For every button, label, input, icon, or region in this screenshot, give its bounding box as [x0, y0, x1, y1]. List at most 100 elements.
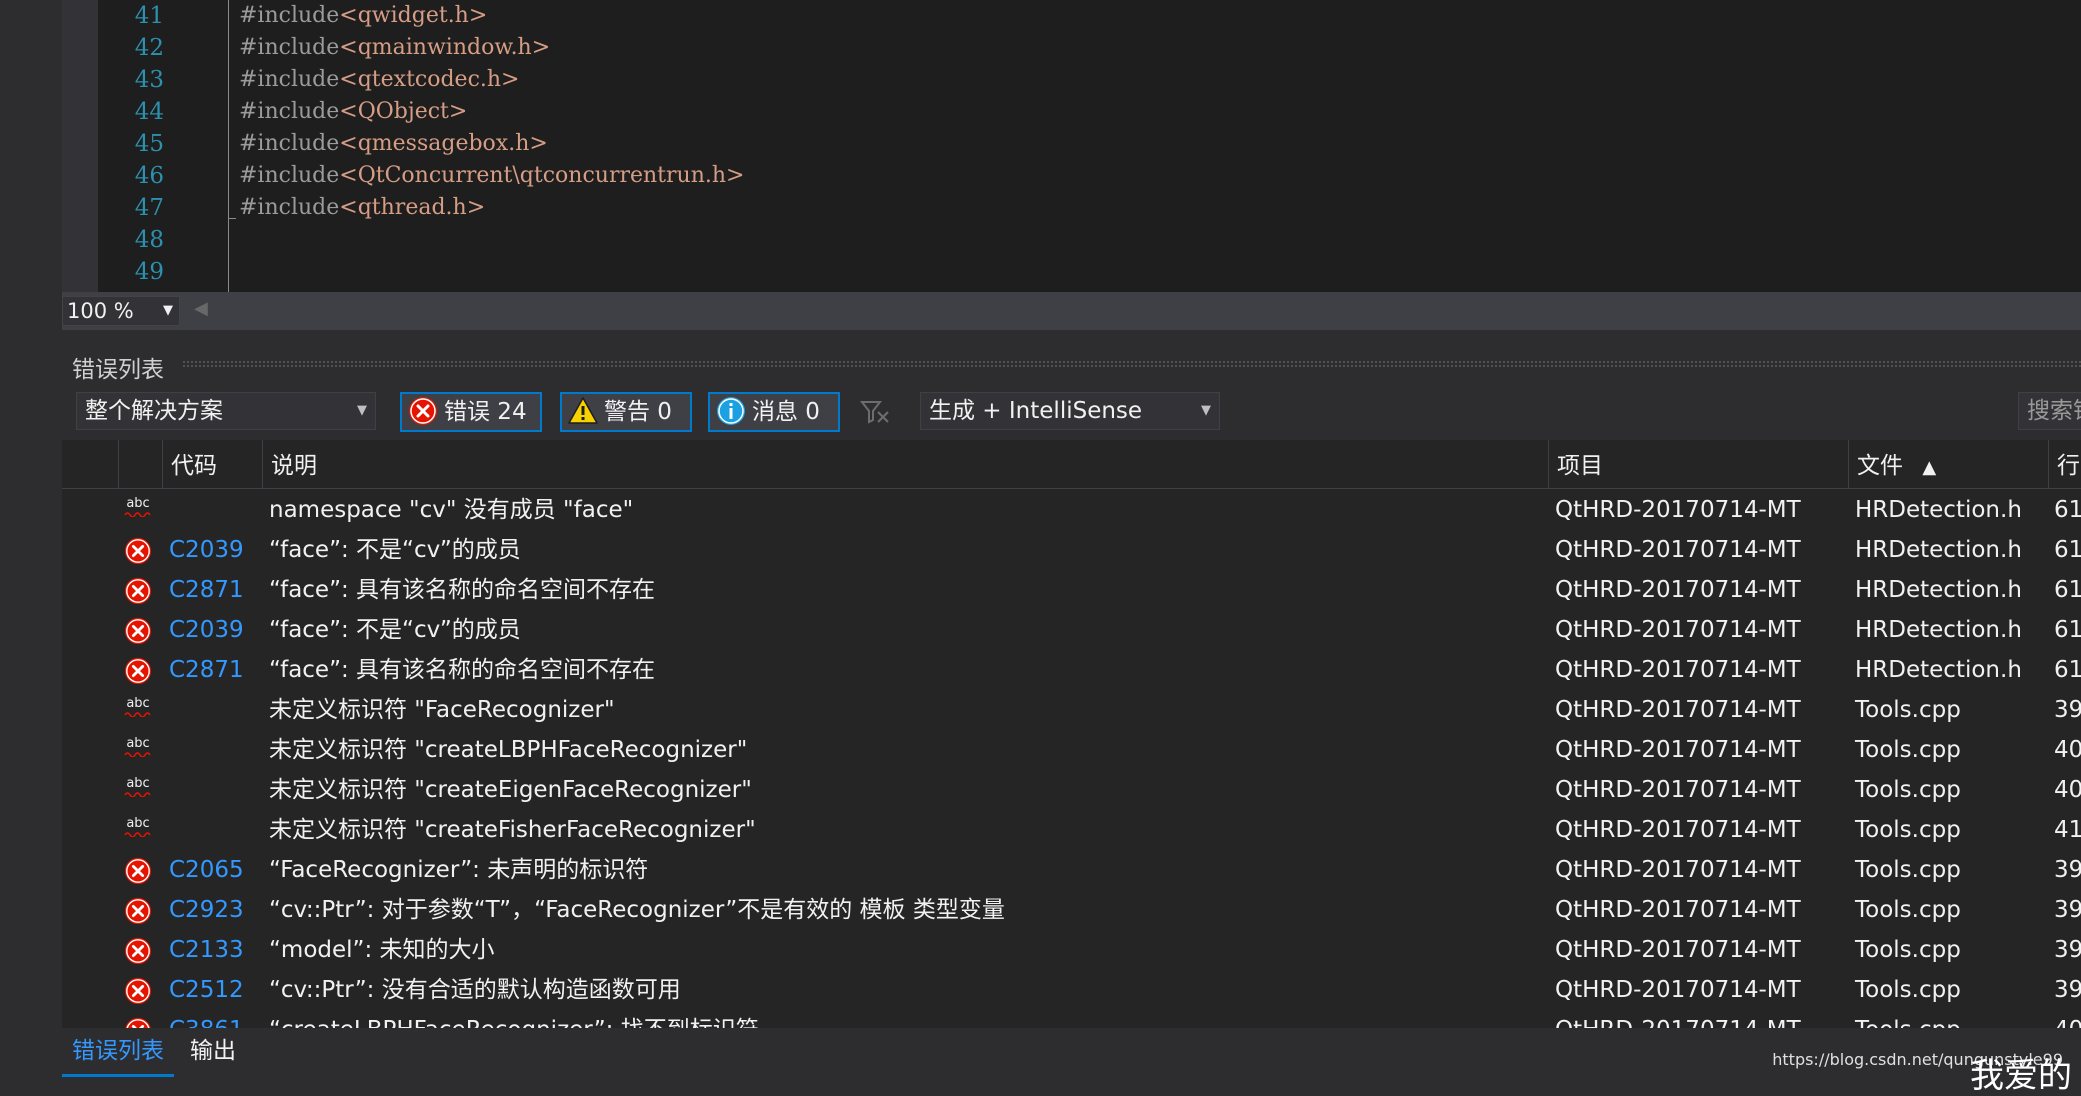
error-line: 61	[2054, 657, 2081, 683]
code-line[interactable]: #include<qtextcodec.h>	[239, 64, 744, 96]
table-header: 代码 说明 项目 文件 ▲ 行	[62, 440, 2081, 489]
fold-guide	[228, 0, 229, 292]
build-source-value: 生成 + IntelliSense	[929, 398, 1143, 424]
error-description: “model”: 未知的大小	[269, 937, 495, 963]
code-line[interactable]: #include<QtConcurrent\qtconcurrentrun.h>	[239, 160, 744, 192]
error-icon	[124, 977, 152, 1005]
column-header-severity[interactable]	[118, 440, 162, 488]
zoom-select[interactable]: 100 % ▼	[62, 296, 180, 326]
table-row[interactable]: C2065 “FaceRecognizer”: 未声明的标识符 QtHRD-2017…	[62, 850, 2081, 890]
line-number: 42	[134, 35, 164, 61]
table-row[interactable]: C2871 “face”: 具有该名称的命名空间不存在 QtHRD-20170714…	[62, 570, 2081, 610]
error-code-link[interactable]: C2871	[169, 650, 244, 690]
code-line[interactable]: #include<qthread.h>	[239, 192, 744, 224]
error-icon	[124, 937, 152, 965]
code-lines[interactable]: #include<qwidget.h> #include<qmainwindow.…	[239, 0, 744, 288]
code-line[interactable]: #include<qmessagebox.h>	[239, 128, 744, 160]
line-number: 46	[134, 163, 164, 189]
error-project: QtHRD-20170714-MT	[1555, 657, 1801, 683]
code-line[interactable]	[239, 224, 744, 256]
error-project: QtHRD-20170714-MT	[1555, 577, 1801, 603]
corner-overlay-text: 我爱的	[1970, 1056, 2072, 1096]
error-code-link[interactable]: C2133	[169, 930, 244, 970]
error-file: Tools.cpp	[1855, 697, 1961, 723]
error-project: QtHRD-20170714-MT	[1555, 937, 1801, 963]
error-line: 40	[2054, 777, 2081, 803]
error-line: 39	[2054, 897, 2081, 923]
search-placeholder: 搜索错	[2027, 398, 2081, 424]
line-numbers: 41 42 43 44 45 46 47 48 49	[98, 0, 164, 288]
panel-drag-grip[interactable]	[182, 360, 2081, 368]
error-file: HRDetection.h	[1855, 577, 2022, 603]
table-row[interactable]: abc 未定义标识符 "createLBPHFaceRecognizer" QtHR…	[62, 730, 2081, 770]
error-project: QtHRD-20170714-MT	[1555, 737, 1801, 763]
fold-end-marker	[228, 218, 236, 219]
error-project: QtHRD-20170714-MT	[1555, 497, 1801, 523]
error-icon	[409, 397, 437, 425]
table-row[interactable]: abc 未定义标识符 "createEigenFaceRecognizer" QtH…	[62, 770, 2081, 810]
code-line[interactable]: #include<QObject>	[239, 96, 744, 128]
error-line: 40	[2054, 1010, 2081, 1028]
table-row[interactable]: abc 未定义标识符 "FaceRecognizer" QtHRD-20170714…	[62, 690, 2081, 730]
column-header-project-label: 项目	[1557, 453, 1603, 479]
search-input[interactable]: 搜索错	[2018, 392, 2081, 430]
messages-filter-button[interactable]: 消息 0	[708, 392, 840, 432]
scroll-left-icon[interactable]: ◀	[194, 298, 208, 319]
editor-gutter	[62, 0, 98, 292]
chevron-down-icon: ▼	[1201, 403, 1211, 418]
table-row[interactable]: C2039 “face”: 不是“cv”的成员 QtHRD-20170714-MT H…	[62, 530, 2081, 570]
table-row[interactable]: abc namespace "cv" 没有成员 "face" QtHRD-20170…	[62, 490, 2081, 530]
error-code-link[interactable]: C2871	[169, 570, 244, 610]
column-header-code[interactable]: 代码	[162, 440, 262, 488]
code-line[interactable]: #include<qwidget.h>	[239, 0, 744, 32]
line-number: 45	[134, 131, 164, 157]
error-line: 39	[2054, 857, 2081, 883]
intellisense-icon: abc	[124, 777, 152, 805]
include-path: <qtextcodec.h>	[339, 67, 520, 92]
error-line: 61	[2054, 577, 2081, 603]
editor-status-bar: 100 % ▼ ◀	[62, 292, 2081, 330]
error-code-link[interactable]: C2065	[169, 850, 244, 890]
build-source-dropdown[interactable]: 生成 + IntelliSense ▼	[920, 392, 1220, 430]
code-line[interactable]: #include<qmainwindow.h>	[239, 32, 744, 64]
error-description: “createLBPHFaceRecognizer”: 找不到标识符	[269, 1010, 759, 1028]
scope-dropdown[interactable]: 整个解决方案 ▼	[76, 392, 376, 430]
warnings-filter-button[interactable]: 警告 0	[560, 392, 692, 432]
clear-filter-icon[interactable]	[858, 394, 892, 428]
table-row[interactable]: C2133 “model”: 未知的大小 QtHRD-20170714-MT Tool…	[62, 930, 2081, 970]
zoom-value: 100 %	[67, 299, 134, 323]
error-description: “face”: 具有该名称的命名空间不存在	[269, 577, 656, 603]
error-line: 39	[2054, 937, 2081, 963]
error-code-link[interactable]: C2512	[169, 970, 244, 1010]
error-line: 39	[2054, 977, 2081, 1003]
errors-filter-button[interactable]: 错误 24	[400, 392, 542, 432]
chevron-down-icon: ▼	[163, 303, 173, 318]
error-project: QtHRD-20170714-MT	[1555, 537, 1801, 563]
column-header-file[interactable]: 文件 ▲	[1848, 440, 2048, 488]
error-code-link[interactable]: C3861	[169, 1010, 244, 1028]
error-line: 40	[2054, 737, 2081, 763]
error-project: QtHRD-20170714-MT	[1555, 697, 1801, 723]
column-header-project[interactable]: 项目	[1548, 440, 1848, 488]
include-path: <QtConcurrent\qtconcurrentrun.h>	[339, 163, 745, 188]
error-code-link[interactable]: C2923	[169, 890, 244, 930]
column-header-description[interactable]: 说明	[262, 440, 1548, 488]
line-number: 41	[134, 3, 164, 29]
error-code-link[interactable]: C2039	[169, 530, 244, 570]
error-code-link[interactable]: C2039	[169, 610, 244, 650]
column-header-type[interactable]	[62, 440, 118, 488]
error-description: “face”: 不是“cv”的成员	[269, 617, 521, 643]
table-row[interactable]: abc 未定义标识符 "createFisherFaceRecognizer" Qt…	[62, 810, 2081, 850]
table-row[interactable]: C3861 “createLBPHFaceRecognizer”: 找不到标识符 Q…	[62, 1010, 2081, 1028]
table-row[interactable]: C2039 “face”: 不是“cv”的成员 QtHRD-20170714-MT H…	[62, 610, 2081, 650]
include-path: <qthread.h>	[339, 195, 486, 220]
column-header-line[interactable]: 行	[2048, 440, 2081, 488]
table-row[interactable]: C2871 “face”: 具有该名称的命名空间不存在 QtHRD-20170714…	[62, 650, 2081, 690]
tab-output[interactable]: 输出	[180, 1028, 246, 1074]
code-line[interactable]	[239, 256, 744, 288]
error-description: “FaceRecognizer”: 未声明的标识符	[269, 857, 649, 883]
table-row[interactable]: C2923 “cv::Ptr”: 对于参数“T”，“FaceRecognizer”…	[62, 890, 2081, 930]
error-description: 未定义标识符 "createLBPHFaceRecognizer"	[269, 737, 748, 763]
table-row[interactable]: C2512 “cv::Ptr”: 没有合适的默认构造函数可用 QtHRD-20170…	[62, 970, 2081, 1010]
tab-error-list[interactable]: 错误列表	[62, 1028, 174, 1077]
